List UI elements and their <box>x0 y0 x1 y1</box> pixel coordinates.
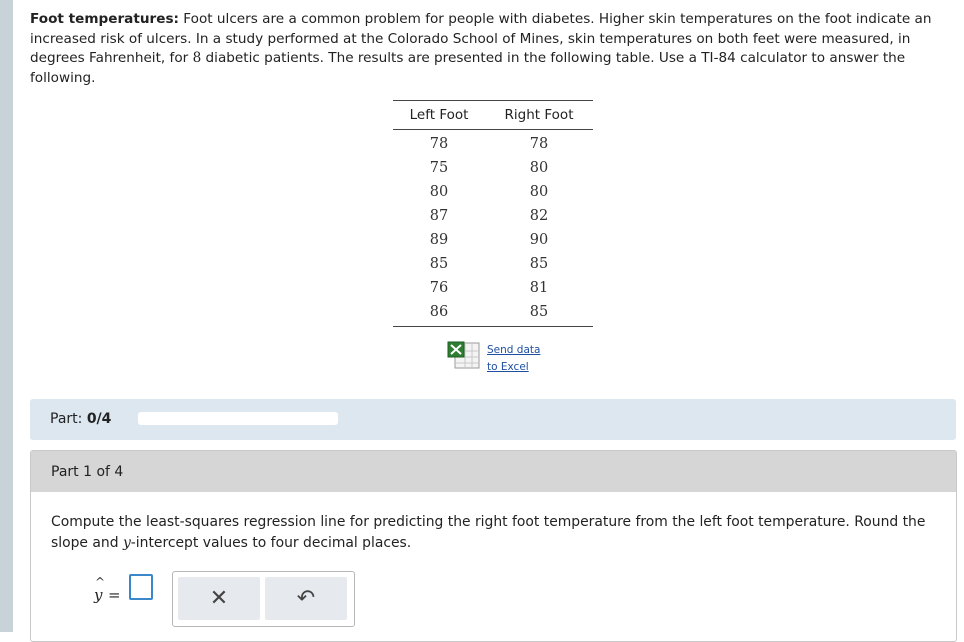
clear-button[interactable]: ✕ <box>178 577 260 620</box>
table-row: 76 81 <box>393 276 593 300</box>
y-variable: y <box>94 586 103 604</box>
cell-right: 80 <box>529 184 549 200</box>
problem-statement: Foot temperatures: Foot ulcers are a com… <box>30 10 955 88</box>
answer-toolbar: ✕ ↶ <box>172 571 355 627</box>
part-header: Part 1 of 4 <box>31 451 956 492</box>
progress-label-text: Part: <box>50 411 87 427</box>
problem-n: 8 <box>192 50 202 66</box>
question-part-2: -intercept values to four decimal places… <box>130 535 412 551</box>
table-row: 86 85 <box>393 300 593 327</box>
send-to-excel[interactable]: Send data to Excel <box>447 340 567 376</box>
question-text: Compute the least-squares regression lin… <box>51 512 931 554</box>
excel-link-line-2[interactable]: to Excel <box>487 359 540 376</box>
part-panel: Part 1 of 4 Compute the least-squares re… <box>30 450 957 642</box>
cell-left: 75 <box>429 160 449 176</box>
cell-right: 78 <box>529 136 549 152</box>
header-right-foot: Right Foot <box>485 100 593 130</box>
progress-value: 0/4 <box>86 411 112 427</box>
table-row: 78 78 <box>393 130 593 157</box>
cell-left: 87 <box>429 208 449 224</box>
progress-label: Part: 0/4 <box>50 411 111 427</box>
answer-input[interactable] <box>129 574 153 600</box>
excel-link-line-1[interactable]: Send data <box>487 342 540 359</box>
problem-lead: Foot temperatures: <box>30 11 179 27</box>
clear-icon: ✕ <box>209 586 229 611</box>
cell-right: 81 <box>529 280 549 296</box>
table-row: 75 80 <box>393 156 593 180</box>
table-row: 80 80 <box>393 180 593 204</box>
cell-right: 85 <box>529 304 549 320</box>
part-progress: Part: 0/4 <box>30 399 956 440</box>
undo-icon: ↶ <box>296 586 316 611</box>
cell-left: 80 <box>429 184 449 200</box>
cell-left: 76 <box>429 280 449 296</box>
left-strip <box>0 0 13 632</box>
cell-right: 82 <box>529 208 549 224</box>
progress-track <box>138 412 338 425</box>
cell-right: 90 <box>529 232 549 248</box>
cell-right: 85 <box>529 256 549 272</box>
header-left-foot: Left Foot <box>393 100 486 130</box>
table-row: 89 90 <box>393 228 593 252</box>
cell-left: 89 <box>429 232 449 248</box>
answer-area: ^ y = ✕ ↶ <box>91 571 391 631</box>
undo-button[interactable]: ↶ <box>265 577 347 620</box>
cell-right: 80 <box>529 160 549 176</box>
table-row: 87 82 <box>393 204 593 228</box>
question-variable: y <box>122 535 131 551</box>
cell-left: 86 <box>429 304 449 320</box>
excel-icon[interactable] <box>447 340 481 370</box>
data-table: Left Foot Right Foot 78 78 75 80 80 80 87 82… <box>393 100 593 327</box>
cell-left: 85 <box>429 256 449 272</box>
y-hat-label: ^ y = <box>91 575 121 605</box>
table-row: 85 85 <box>393 252 593 276</box>
equals-sign: = <box>108 586 121 604</box>
send-data-to-excel-link[interactable]: Send data to Excel <box>487 342 540 376</box>
table-header-row: Left Foot Right Foot <box>393 100 593 130</box>
cell-left: 78 <box>429 136 449 152</box>
